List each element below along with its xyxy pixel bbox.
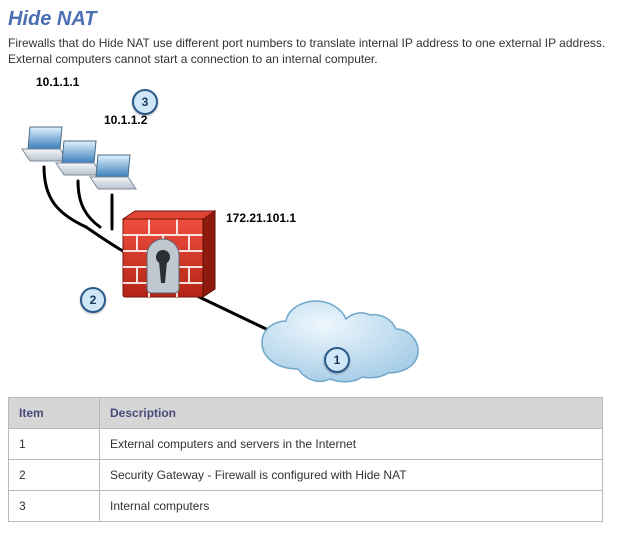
table-row: Item Description bbox=[9, 398, 603, 429]
table-row: 2 Security Gateway - Firewall is configu… bbox=[9, 460, 603, 491]
cell-item: 3 bbox=[9, 491, 100, 522]
table-row: 3 Internal computers bbox=[9, 491, 603, 522]
table-row: 1 External computers and servers in the … bbox=[9, 429, 603, 460]
legend-table: Item Description 1 External computers an… bbox=[8, 397, 603, 522]
network-diagram: 10.1.1.1 10.1.1.2 172.21.101.1 1 2 3 bbox=[8, 69, 608, 389]
computer-icon bbox=[22, 127, 68, 161]
col-header-description: Description bbox=[100, 398, 603, 429]
diagram-svg bbox=[8, 69, 608, 389]
computer-icon bbox=[90, 155, 136, 189]
ip-label-internal-1: 10.1.1.1 bbox=[36, 75, 79, 89]
cell-desc: Internal computers bbox=[100, 491, 603, 522]
cell-desc: Security Gateway - Firewall is configure… bbox=[100, 460, 603, 491]
ip-label-external: 172.21.101.1 bbox=[226, 211, 296, 225]
computer-icon bbox=[56, 141, 102, 175]
ip-label-internal-2: 10.1.1.2 bbox=[104, 113, 147, 127]
cell-item: 1 bbox=[9, 429, 100, 460]
cell-item: 2 bbox=[9, 460, 100, 491]
firewall-icon bbox=[123, 211, 215, 297]
cell-desc: External computers and servers in the In… bbox=[100, 429, 603, 460]
page-description: Firewalls that do Hide NAT use different… bbox=[8, 35, 609, 67]
page-title: Hide NAT bbox=[8, 8, 609, 31]
col-header-item: Item bbox=[9, 398, 100, 429]
